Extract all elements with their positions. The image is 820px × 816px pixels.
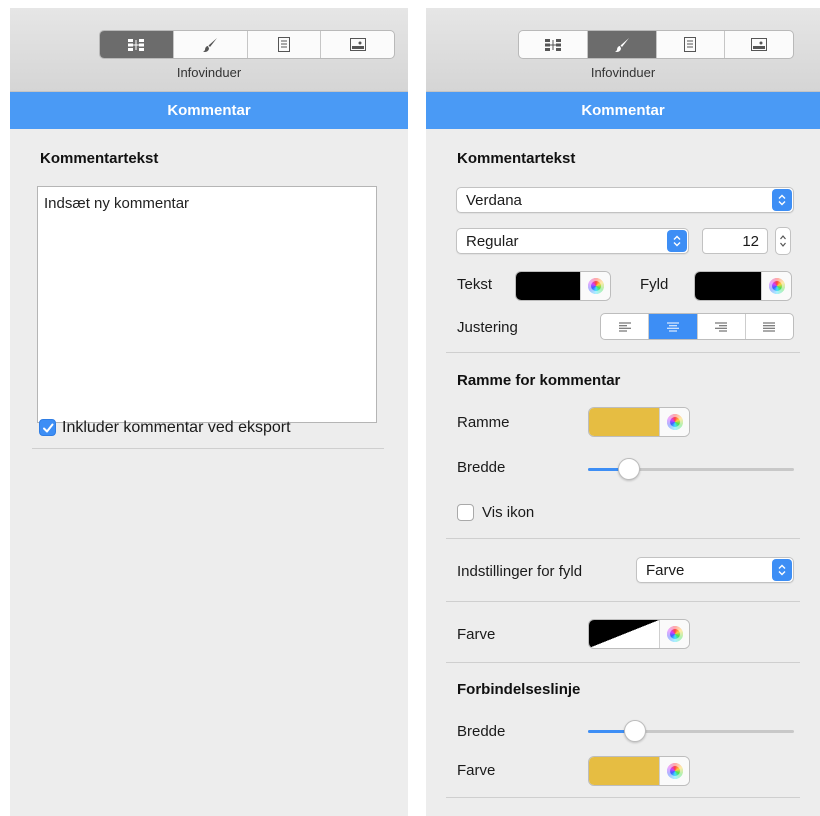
popup-arrows-icon [772, 559, 792, 581]
fill-settings-popup[interactable]: Farve [636, 557, 794, 583]
fill-settings-value: Farve [646, 562, 685, 579]
include-export-label: Inkluder kommentar ved eksport [62, 419, 291, 436]
document-icon [277, 37, 290, 52]
fill-color-row-label: Farve [457, 626, 496, 643]
align-justify-button[interactable] [746, 314, 793, 339]
slider-knob[interactable] [618, 458, 641, 480]
color-wheel-icon [666, 414, 683, 430]
font-family-popup[interactable]: Verdana [456, 187, 794, 213]
color-wheel-icon [587, 278, 604, 294]
section-title-comment-text: Kommentartekst [457, 150, 576, 167]
color-picker-button[interactable] [580, 272, 610, 300]
checkmark-icon [43, 423, 54, 433]
align-left-button[interactable] [601, 314, 650, 339]
color-picker-button[interactable] [761, 272, 791, 300]
inspector-panel-left: Infovinduer Kommentar Kommentartekst Ind… [10, 8, 408, 816]
style-tab-button[interactable] [587, 31, 657, 58]
alignment-control [600, 313, 794, 340]
inspector-toolbar: Infovinduer [10, 8, 408, 92]
font-size-field[interactable]: 12 [702, 228, 768, 254]
font-size-stepper[interactable] [775, 227, 791, 255]
divider [446, 797, 800, 798]
toolbar-label: Infovinduer [176, 65, 242, 80]
brush-icon [614, 37, 629, 52]
border-width-slider[interactable] [588, 457, 794, 481]
include-export-checkbox[interactable] [39, 419, 56, 436]
align-justify-icon [763, 322, 776, 331]
fill-color-fill [695, 272, 761, 300]
color-wheel-icon [666, 763, 683, 779]
connection-width-label: Bredde [457, 723, 506, 740]
show-icon-label: Vis ikon [482, 504, 535, 521]
toolbar-label: Infovinduer [590, 65, 656, 80]
font-style-value: Regular [466, 233, 519, 250]
connection-color-well[interactable] [588, 756, 690, 786]
inspector-toolbar: Infovinduer [426, 8, 820, 92]
align-right-button[interactable] [698, 314, 746, 339]
text-color-label: Tekst [457, 276, 493, 293]
style-tab-button[interactable] [174, 31, 248, 58]
inspector-tab-selector [99, 30, 395, 59]
divider [446, 662, 800, 663]
divider [446, 538, 800, 539]
align-center-icon [666, 322, 679, 331]
popup-arrows-icon [772, 189, 792, 211]
align-right-icon [715, 322, 728, 331]
image-tab-button[interactable] [321, 31, 394, 58]
document-icon [684, 37, 697, 52]
text-color-fill [516, 272, 580, 300]
alignment-label: Justering [457, 319, 518, 336]
tab-header: Kommentar [10, 92, 408, 129]
fill-color-label: Fyld [640, 276, 669, 293]
document-tab-button[interactable] [248, 31, 322, 58]
popup-arrows-icon [667, 230, 687, 252]
slider-knob[interactable] [624, 720, 647, 742]
comment-textarea[interactable]: Indsæt ny kommentar [37, 186, 377, 423]
text-color-well[interactable] [515, 271, 611, 301]
divider [32, 448, 384, 449]
structure-tab-button[interactable] [100, 31, 174, 58]
image-tab-button[interactable] [725, 31, 793, 58]
section-title-comment-text: Kommentartekst [40, 150, 159, 167]
connection-color-label: Farve [457, 762, 496, 779]
align-left-icon [618, 322, 631, 331]
border-color-fill [589, 408, 659, 436]
fill-color-well[interactable] [694, 271, 792, 301]
fill-settings-label: Indstillinger for fyld [457, 563, 583, 580]
section-title-connection-line: Forbindelseslinje [457, 681, 581, 698]
show-icon-checkbox[interactable] [457, 504, 474, 521]
align-center-button[interactable] [649, 314, 698, 339]
stepper-arrows-icon [780, 235, 786, 247]
connection-width-slider[interactable] [588, 719, 794, 743]
font-style-popup[interactable]: Regular [456, 228, 689, 254]
no-fill-swatch [589, 620, 659, 648]
connection-color-fill [589, 757, 659, 785]
divider [446, 352, 800, 353]
divider [446, 601, 800, 602]
inspector-tab-selector [518, 30, 794, 59]
tab-header: Kommentar [426, 92, 820, 129]
section-title-border: Ramme for kommentar [457, 372, 621, 389]
border-width-label: Bredde [457, 459, 506, 476]
border-color-well[interactable] [588, 407, 690, 437]
fill-color-well[interactable] [588, 619, 690, 649]
inspector-panel-right: Infovinduer Kommentar Kommentartekst Ver… [426, 8, 820, 816]
image-icon [349, 38, 366, 51]
color-picker-button[interactable] [659, 408, 689, 436]
color-wheel-icon [666, 626, 683, 642]
color-picker-button[interactable] [659, 757, 689, 785]
structure-tab-button[interactable] [519, 31, 588, 58]
structure-icon [544, 38, 561, 51]
border-color-label: Ramme [457, 414, 510, 431]
brush-icon [203, 37, 218, 52]
color-picker-button[interactable] [659, 620, 689, 648]
font-family-value: Verdana [466, 192, 522, 209]
document-tab-button[interactable] [657, 31, 726, 58]
color-wheel-icon [768, 278, 785, 294]
image-icon [751, 38, 768, 51]
structure-icon [128, 38, 145, 51]
